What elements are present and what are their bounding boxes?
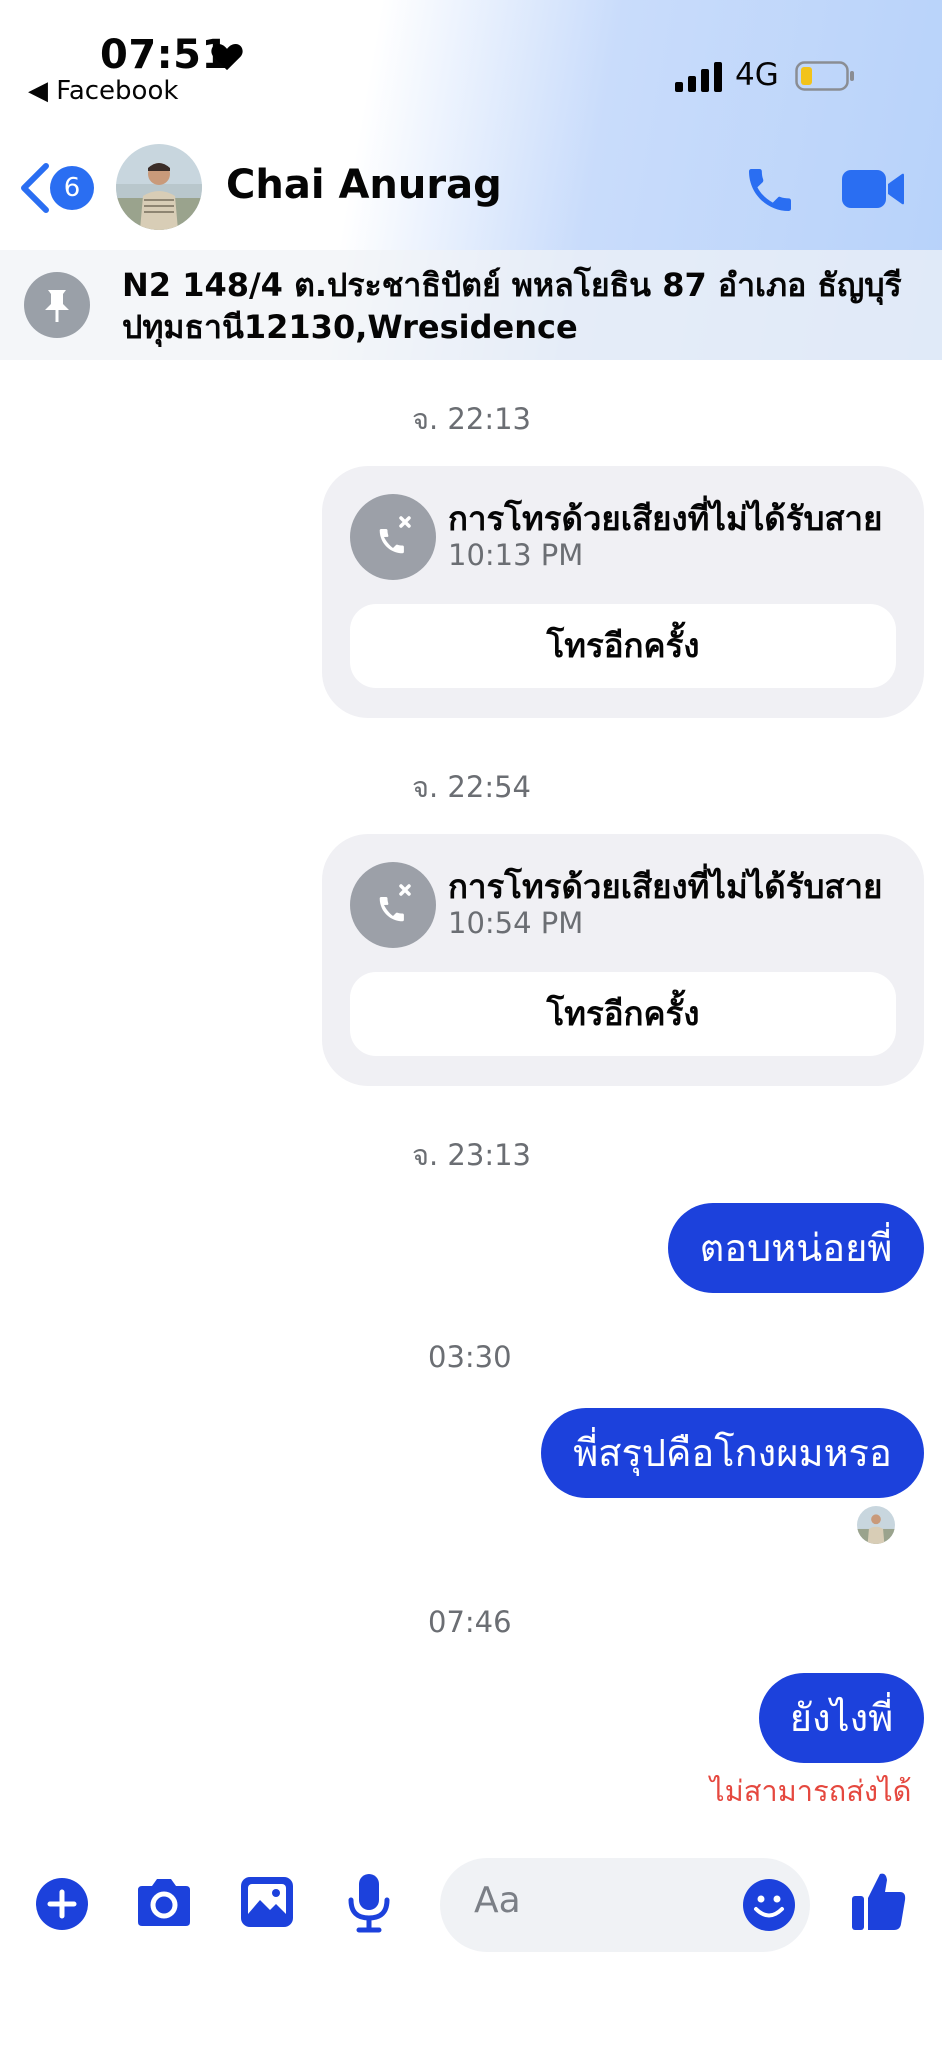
timestamp: จ. 22:54 <box>412 770 532 804</box>
back-to-app-link[interactable]: ◀ Facebook <box>28 76 178 106</box>
gallery-icon[interactable] <box>238 1874 296 1930</box>
missed-call-icon <box>350 862 436 948</box>
plus-icon[interactable] <box>34 1876 90 1932</box>
message-composer: Aa <box>0 1840 942 1970</box>
pin-icon <box>24 272 90 338</box>
network-type: 4G <box>735 57 779 93</box>
signal-icon <box>675 62 722 92</box>
contact-name[interactable]: Chai Anurag <box>226 162 502 208</box>
unread-count-badge[interactable]: 6 <box>50 166 94 210</box>
timestamp: 07:46 <box>428 1605 512 1639</box>
pinned-text: N2 148/4 ต.ประชาธิปัตย์ พหลโยธิน 87 อำเภ… <box>122 266 902 346</box>
mic-icon[interactable] <box>346 1872 392 1934</box>
contact-avatar[interactable] <box>116 144 202 230</box>
timestamp: จ. 23:13 <box>412 1138 532 1172</box>
message-input[interactable]: Aa <box>440 1858 810 1952</box>
input-placeholder: Aa <box>474 1880 521 1921</box>
status-bar: 07:51 ◀ Facebook 4G <box>0 0 942 130</box>
missed-call-card: การโทรด้วยเสียงที่ไม่ได้รับสาย 10:13 PM … <box>322 466 924 718</box>
call-time: 10:54 PM <box>448 906 584 940</box>
emoji-icon[interactable] <box>742 1878 796 1932</box>
missed-call-icon <box>350 494 436 580</box>
timestamp: 03:30 <box>428 1340 512 1374</box>
like-icon[interactable] <box>850 1870 908 1932</box>
call-again-button[interactable]: โทรอีกครั้ง <box>350 604 896 688</box>
call-again-button[interactable]: โทรอีกครั้ง <box>350 972 896 1056</box>
sent-message-bubble[interactable]: ยังไงพี่ <box>759 1673 924 1763</box>
call-time: 10:13 PM <box>448 538 584 572</box>
phone-icon[interactable] <box>742 162 798 218</box>
missed-call-card: การโทรด้วยเสียงที่ไม่ได้รับสาย 10:54 PM … <box>322 834 924 1086</box>
heart-icon <box>211 43 243 71</box>
conversation-header: 6 Chai Anurag <box>0 140 942 250</box>
send-failed-text[interactable]: ไม่สามารถส่งได้ <box>710 1768 912 1814</box>
video-icon[interactable] <box>840 164 906 214</box>
camera-icon[interactable] <box>134 1876 194 1930</box>
battery-icon <box>795 61 854 91</box>
back-chevron-icon[interactable] <box>18 162 52 214</box>
sent-message-bubble[interactable]: พี่สรุปคือโกงผมหรอ <box>541 1408 924 1498</box>
sent-message-bubble[interactable]: ตอบหน่อยพี่ <box>668 1203 924 1293</box>
seen-avatar <box>857 1506 895 1544</box>
timestamp: จ. 22:13 <box>412 402 532 436</box>
pinned-message[interactable]: N2 148/4 ต.ประชาธิปัตย์ พหลโยธิน 87 อำเภ… <box>0 250 942 360</box>
